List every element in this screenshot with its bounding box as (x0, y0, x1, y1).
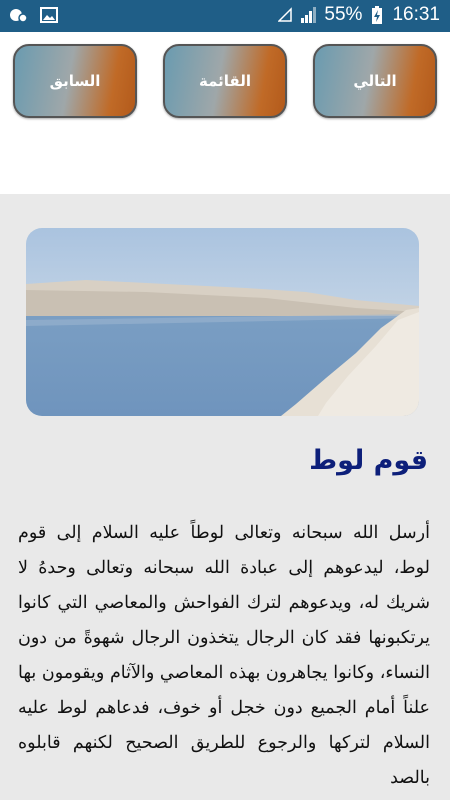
navigation-panel: السابق القائمة التالي (0, 32, 450, 194)
battery-charging-icon (368, 6, 386, 24)
next-button[interactable]: التالي (313, 44, 437, 118)
article-body: أرسل الله سبحانه وتعالى لوطاً عليه السلا… (18, 523, 430, 788)
battery-percent: 55% (324, 4, 363, 25)
clock: 16:31 (392, 4, 440, 25)
sea-shore-photo (26, 228, 419, 416)
previous-button[interactable]: السابق (13, 44, 137, 118)
wifi-icon (276, 6, 294, 24)
mail-notification-icon (10, 6, 28, 24)
list-button[interactable]: القائمة (163, 44, 287, 118)
article-title: قوم لوط (309, 445, 428, 476)
image-notification-icon (40, 6, 58, 24)
signal-icon (300, 6, 318, 24)
status-bar: 55% 16:31 (0, 0, 450, 32)
